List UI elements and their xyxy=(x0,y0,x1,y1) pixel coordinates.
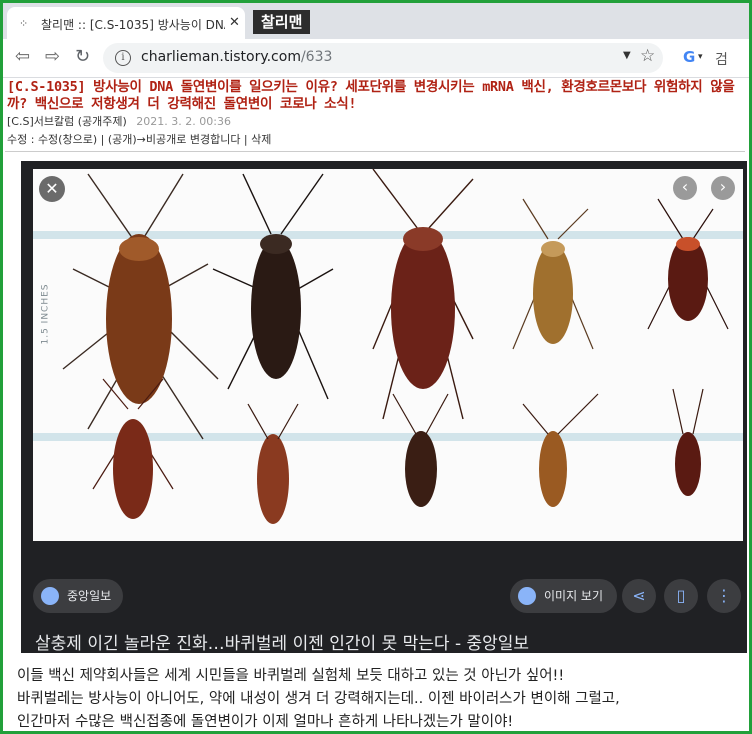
site-favicon-icon: ⁘ xyxy=(19,17,29,30)
body-line: 바퀴벌레는 방사능이 아니어도, 약에 내성이 생겨 더 강력해지는데.. 이젠… xyxy=(17,691,620,707)
image-caption[interactable]: 살충제 이긴 놀라운 진화…바퀴벌레 이젠 인간이 못 막는다 - 중앙일보 xyxy=(35,629,529,654)
tab-title: 찰리맨 :: [C.S-1035] 방사능이 DNA xyxy=(41,18,225,32)
body-line: 인간마저 수많은 백신접종에 돌연변이가 이제 얼마나 흔하게 나타나겠는가 말… xyxy=(17,714,514,730)
article-title[interactable]: [C.S-1035] 방사능이 DNA 돌연변이를 일으키는 이유? 세포단위를… xyxy=(7,79,742,113)
share-icon[interactable]: ⋖ xyxy=(622,579,656,613)
cockroach-photo[interactable]: 1.5 INCHES xyxy=(33,169,743,541)
edit-links[interactable]: 수정 : 수정(창으로) | (공개)→비공개로 변경합니다 | 삭제 xyxy=(7,131,271,147)
google-icon[interactable]: G xyxy=(683,48,695,66)
tab-strip: ⁘ 찰리맨 :: [C.S-1035] 방사능이 DNA ✕ 찰리맨 xyxy=(3,3,749,39)
source-chip[interactable]: 중앙일보 xyxy=(33,579,124,613)
bookmark-icon[interactable]: ▯ xyxy=(664,579,698,613)
view-image-button[interactable]: 이미지 보기 xyxy=(510,579,618,613)
globe-icon xyxy=(41,586,59,605)
dropdown-arrow-icon[interactable]: ▼ xyxy=(623,50,631,61)
browser-toolbar: ⇦ ⇨ ↻ i charlieman.tistory.com/633 ▼ ☆ G… xyxy=(3,39,749,78)
previous-image-icon[interactable]: ‹ xyxy=(673,176,697,200)
article-body: 이들 백신 제약회사들은 세계 시민들을 바퀴벌레 실험체 보듯 대하고 있는 … xyxy=(17,665,747,731)
more-options-icon[interactable]: ⋮ xyxy=(707,579,741,613)
chevron-down-icon[interactable]: ▾ xyxy=(698,52,703,62)
bookmark-star-icon[interactable]: ☆ xyxy=(640,46,655,66)
brand-badge: 찰리맨 xyxy=(253,10,311,34)
back-icon[interactable]: ⇦ xyxy=(15,47,30,67)
globe-icon xyxy=(518,586,536,605)
next-image-icon[interactable]: › xyxy=(711,176,735,200)
image-viewer: 1.5 INCHES ✕ ‹ › 중앙일보 이미지 보기 ⋖ ▯ ⋮ 살충제 이… xyxy=(21,161,747,654)
search-label[interactable]: 검 xyxy=(715,49,728,69)
divider xyxy=(5,151,745,152)
close-tab-icon[interactable]: ✕ xyxy=(229,15,240,30)
forward-icon[interactable]: ⇨ xyxy=(45,47,60,67)
view-image-label: 이미지 보기 xyxy=(544,589,604,603)
url-text: charlieman.tistory.com/633 xyxy=(141,49,333,65)
close-viewer-icon[interactable]: ✕ xyxy=(39,176,65,202)
source-name: 중앙일보 xyxy=(67,589,112,603)
post-date: 2021. 3. 2. 00:36 xyxy=(136,115,231,128)
category-link[interactable]: [C.S]서브칼럼 (공개주제) xyxy=(7,115,127,128)
cockroach-illustration xyxy=(62,169,729,524)
body-line: 이들 백신 제약회사들은 세계 시민들을 바퀴벌레 실험체 보듯 대하고 있는 … xyxy=(17,668,565,684)
browser-tab[interactable]: ⁘ 찰리맨 :: [C.S-1035] 방사능이 DNA ✕ xyxy=(7,7,245,39)
screenshot-frame: ⁘ 찰리맨 :: [C.S-1035] 방사능이 DNA ✕ 찰리맨 ⇦ ⇨ ↻… xyxy=(0,0,752,734)
site-info-icon[interactable]: i xyxy=(115,50,131,66)
address-bar[interactable]: i charlieman.tistory.com/633 ▼ ☆ xyxy=(103,43,663,73)
reload-icon[interactable]: ↻ xyxy=(75,47,90,67)
article-meta: [C.S]서브칼럼 (공개주제) 2021. 3. 2. 00:36 xyxy=(7,113,231,129)
